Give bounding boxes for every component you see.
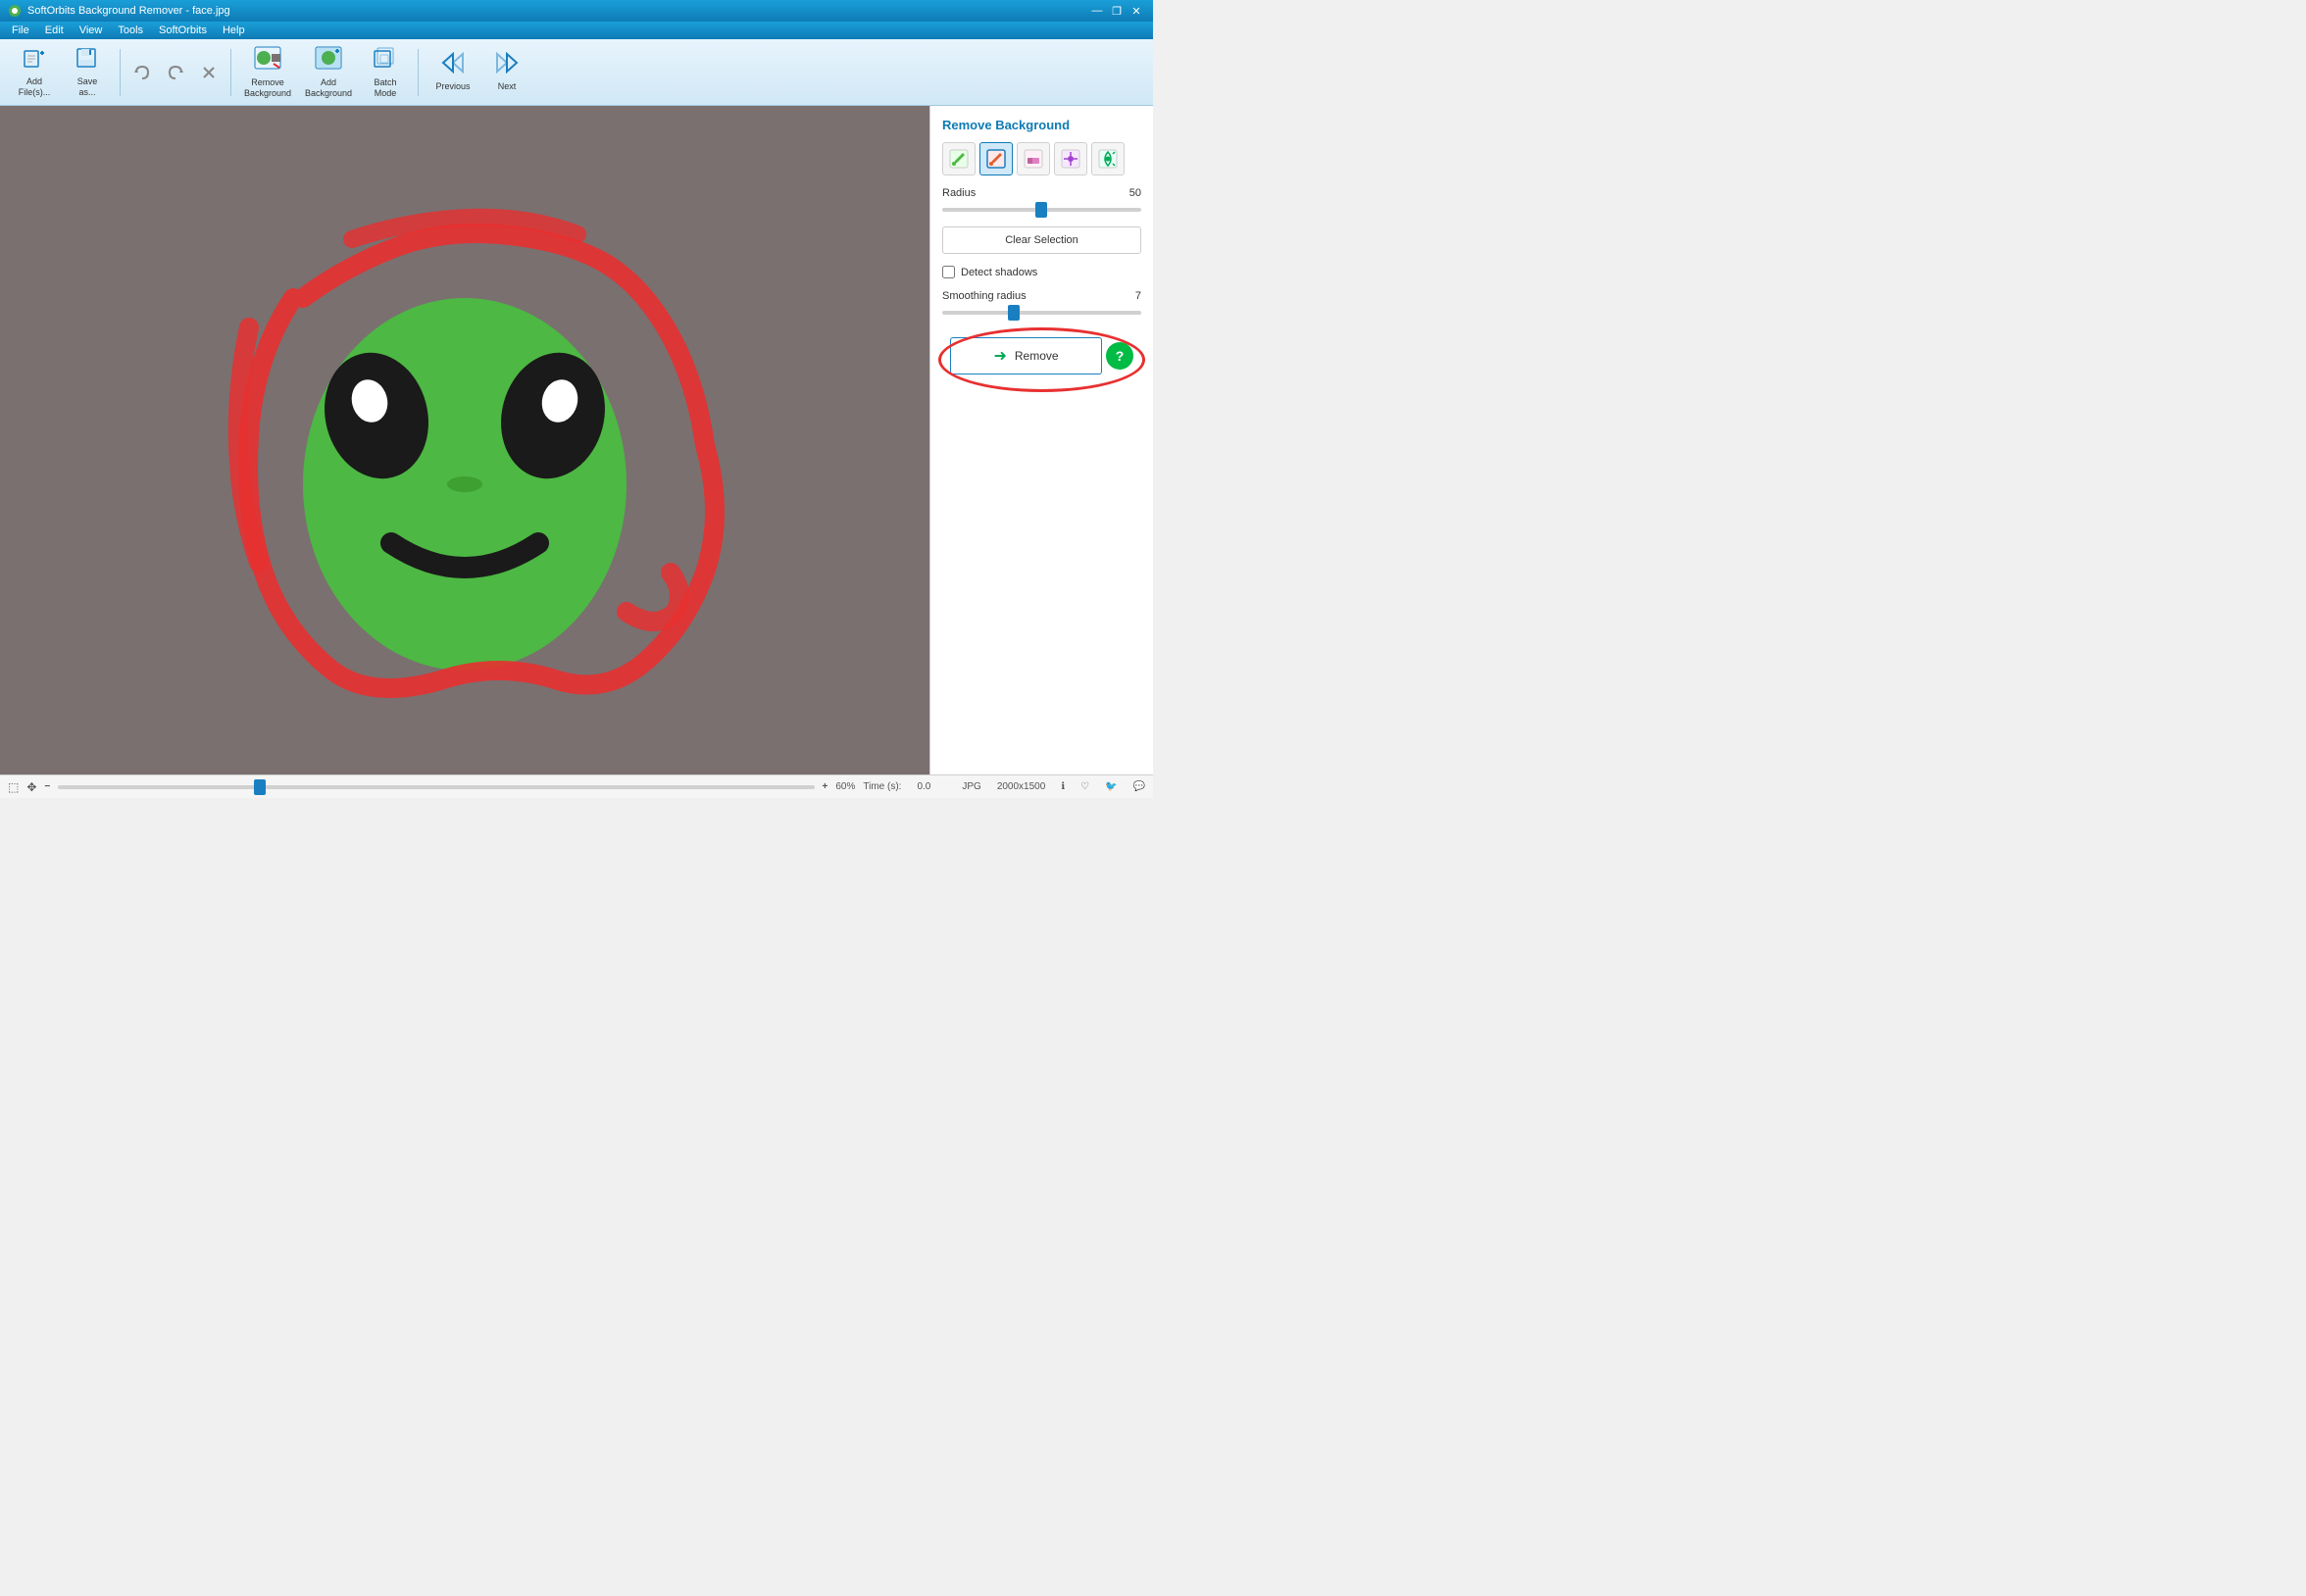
twitter-icon[interactable]: 🐦 <box>1105 781 1117 792</box>
previous-icon <box>441 52 465 79</box>
redo-button[interactable] <box>160 57 191 88</box>
separator-2 <box>230 49 231 96</box>
remove-button-label: Remove <box>1015 349 1059 363</box>
smoothing-radius-input[interactable] <box>942 311 1141 315</box>
help-button[interactable]: ? <box>1106 342 1133 370</box>
radius-value: 50 <box>1129 187 1141 199</box>
toolbar: AddFile(s)... Saveas... <box>0 39 1153 106</box>
panel-title: Remove Background <box>942 118 1141 132</box>
batch-mode-label: BatchMode <box>374 77 396 99</box>
add-background-label: AddBackground <box>305 77 352 99</box>
smoothing-radius-label: Smoothing radius <box>942 290 1027 302</box>
minimize-button[interactable]: — <box>1088 3 1106 19</box>
menu-bar: File Edit View Tools SoftOrbits Help <box>0 22 1153 39</box>
remove-arrow-icon: ➜ <box>993 346 1006 366</box>
save-as-button[interactable]: Saveas... <box>61 44 114 101</box>
status-bar: ⬚ ✥ − + 60% Time (s): 0.0 JPG 2000x1500 … <box>0 774 1153 798</box>
restore-button[interactable]: ❐ <box>1108 3 1126 19</box>
remove-background-label: RemoveBackground <box>244 77 291 99</box>
time-label: Time (s): <box>863 781 901 792</box>
menu-file[interactable]: File <box>4 22 37 39</box>
zoom-slider[interactable] <box>58 785 814 789</box>
radius-slider-container: Radius 50 <box>942 187 1141 215</box>
close-button[interactable]: ✕ <box>1128 3 1145 19</box>
window-controls: — ❐ ✕ <box>1088 3 1145 19</box>
remove-brush-tool[interactable] <box>979 142 1013 175</box>
radius-label: Radius <box>942 187 976 199</box>
previous-label: Previous <box>435 81 470 92</box>
save-as-label: Saveas... <box>77 76 98 98</box>
time-value: 0.0 <box>917 781 930 792</box>
magic-wand-tool[interactable] <box>1054 142 1087 175</box>
detect-shadows-row: Detect shadows <box>942 266 1141 278</box>
zoom-plus[interactable]: + <box>823 781 828 792</box>
separator-1 <box>120 49 121 96</box>
move-icon: ✥ <box>26 780 36 794</box>
right-panel: Remove Background <box>929 106 1153 774</box>
add-files-button[interactable]: AddFile(s)... <box>8 44 61 101</box>
remove-background-icon <box>254 46 281 75</box>
remove-row: ➜ Remove ? <box>950 337 1133 374</box>
title-bar: SoftOrbits Background Remover - face.jpg… <box>0 0 1153 22</box>
window-title: SoftOrbits Background Remover - face.jpg <box>27 5 230 17</box>
tool-icons-row <box>942 142 1141 175</box>
app-icon <box>8 4 22 18</box>
next-label: Next <box>498 81 517 92</box>
remove-background-button[interactable]: RemoveBackground <box>237 44 298 101</box>
batch-mode-button[interactable]: BatchMode <box>359 44 412 101</box>
smoothing-radius-container: Smoothing radius 7 <box>942 290 1141 318</box>
resolution-label: 2000x1500 <box>997 781 1046 792</box>
remove-section: ➜ Remove ? <box>942 329 1141 390</box>
menu-view[interactable]: View <box>72 22 111 39</box>
previous-button[interactable]: Previous <box>425 44 481 101</box>
chat-icon[interactable]: 💬 <box>1133 781 1145 792</box>
selection-icon: ⬚ <box>8 780 19 794</box>
undo-button[interactable] <box>126 57 158 88</box>
next-icon <box>495 52 519 79</box>
add-background-icon <box>315 46 342 75</box>
add-background-button[interactable]: AddBackground <box>298 44 359 101</box>
menu-help[interactable]: Help <box>215 22 253 39</box>
separator-3 <box>418 49 419 96</box>
status-bar-left: ⬚ ✥ − + 60% <box>8 780 855 794</box>
menu-softorbits[interactable]: SoftOrbits <box>151 22 215 39</box>
clear-selection-button[interactable]: Clear Selection <box>942 226 1141 254</box>
format-label: JPG <box>962 781 980 792</box>
zoom-level: 60% <box>835 781 855 792</box>
menu-edit[interactable]: Edit <box>37 22 72 39</box>
save-as-icon <box>75 47 99 75</box>
remove-button[interactable]: ➜ Remove <box>950 337 1102 374</box>
image-canvas <box>205 180 725 700</box>
eraser-tool[interactable] <box>1017 142 1050 175</box>
canvas-area[interactable] <box>0 106 929 774</box>
status-bar-right: Time (s): 0.0 JPG 2000x1500 ℹ ♡ 🐦 💬 <box>863 781 1145 792</box>
auto-tool[interactable] <box>1091 142 1125 175</box>
smoothing-radius-value: 7 <box>1135 290 1141 302</box>
info-icon[interactable]: ℹ <box>1061 781 1065 792</box>
add-files-label: AddFile(s)... <box>19 76 51 98</box>
keep-brush-tool[interactable] <box>942 142 976 175</box>
menu-tools[interactable]: Tools <box>110 22 151 39</box>
heart-icon[interactable]: ♡ <box>1080 781 1089 792</box>
add-files-icon <box>23 47 46 75</box>
detect-shadows-checkbox[interactable] <box>942 266 955 278</box>
detect-shadows-label[interactable]: Detect shadows <box>961 267 1037 278</box>
help-icon: ? <box>1116 348 1125 364</box>
radius-input[interactable] <box>942 208 1141 212</box>
clear-button[interactable] <box>193 57 225 88</box>
batch-mode-icon <box>374 46 397 75</box>
main-content: Remove Background <box>0 106 1153 774</box>
zoom-minus[interactable]: − <box>44 781 50 792</box>
next-button[interactable]: Next <box>481 44 532 101</box>
